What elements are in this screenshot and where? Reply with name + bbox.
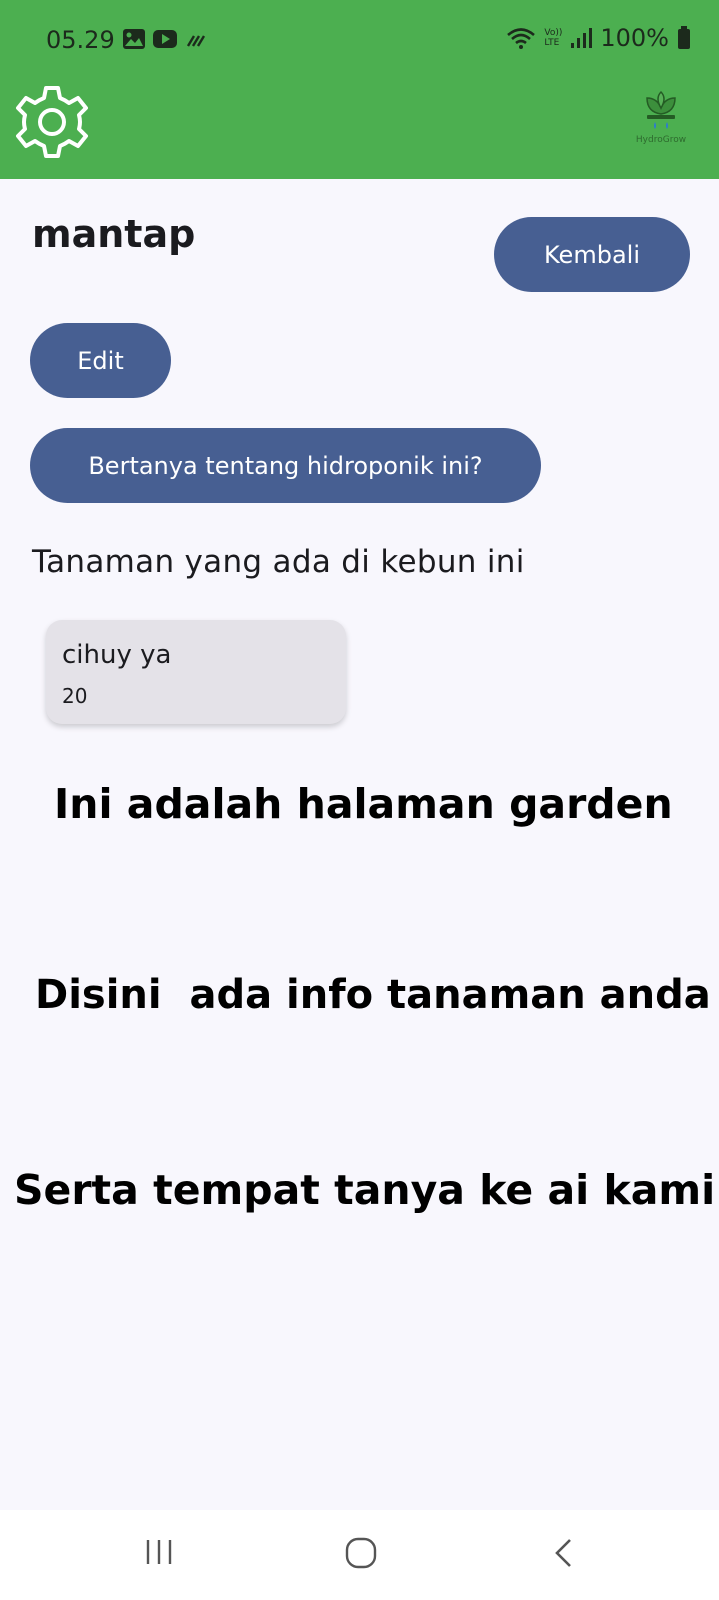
recents-icon[interactable] — [144, 1537, 174, 1567]
battery-icon — [678, 26, 690, 49]
status-time: 05.29 — [46, 26, 115, 54]
wifi-icon — [507, 28, 536, 49]
plants-heading: Tanaman yang ada di kebun ini — [32, 544, 525, 580]
youtube-icon — [153, 30, 177, 48]
app-logo: HydroGrow — [630, 88, 692, 150]
motion-icon — [186, 35, 206, 47]
caption-line-3: Serta tempat tanya ke ai kami — [14, 1166, 716, 1214]
network-label: LTE — [544, 38, 560, 48]
plant-name: cihuy ya — [62, 640, 172, 670]
plant-card[interactable]: cihuy ya 20 — [46, 620, 346, 724]
garden-name: mantap — [32, 212, 196, 256]
volte-indicator: Vo)) LTE — [544, 28, 562, 48]
caption-line-1: Ini adalah halaman garden — [54, 780, 673, 828]
gallery-icon — [123, 29, 145, 49]
logo-text: HydroGrow — [635, 135, 687, 145]
caption-line-2: Disini ada info tanaman anda — [35, 972, 711, 1018]
signal-icon — [571, 28, 593, 48]
edit-button[interactable]: Edit — [30, 323, 171, 398]
home-icon[interactable] — [345, 1537, 377, 1569]
app-bar: 05.29 Vo)) LTE 100% HydroGrow — [0, 0, 719, 179]
status-system-icons: Vo)) LTE 100% — [506, 24, 691, 52]
back-icon[interactable] — [552, 1537, 576, 1569]
battery-percent: 100% — [600, 24, 669, 52]
ask-ai-button[interactable]: Bertanya tentang hidroponik ini? — [30, 428, 541, 503]
plant-quantity: 20 — [62, 684, 88, 708]
gear-icon[interactable] — [12, 82, 92, 162]
volte-label: Vo)) — [544, 28, 563, 38]
status-notification-icons — [122, 28, 208, 50]
plant-logo-icon — [646, 90, 676, 129]
system-nav-bar — [0, 1510, 719, 1600]
back-button[interactable]: Kembali — [494, 217, 690, 292]
